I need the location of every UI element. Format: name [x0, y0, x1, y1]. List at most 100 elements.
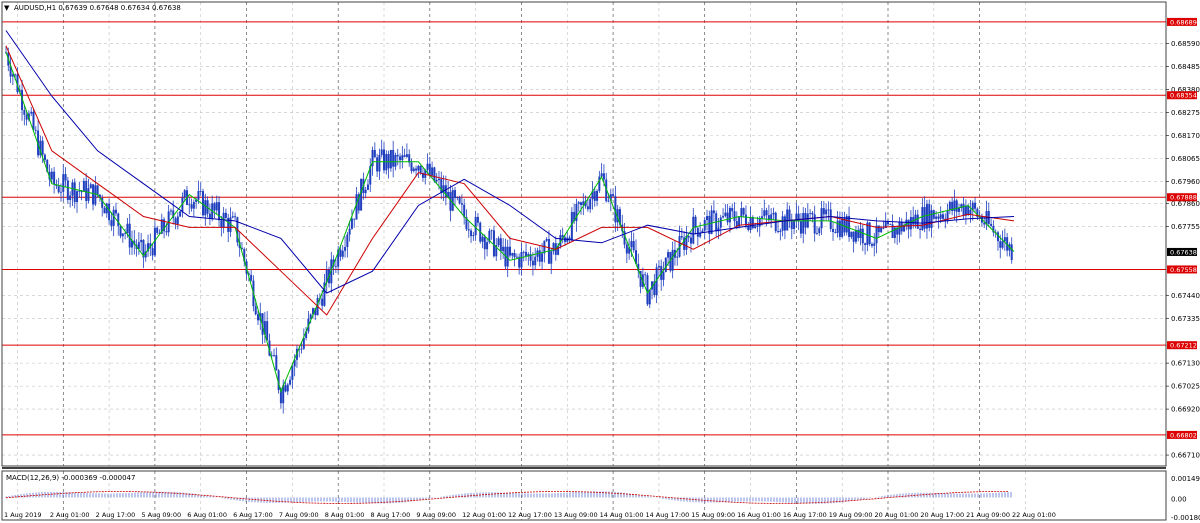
candle-body: [758, 218, 761, 227]
candle-body: [545, 239, 548, 241]
candle-body: [930, 210, 933, 228]
candle-body: [169, 210, 172, 212]
candle-body: [772, 212, 775, 215]
candle-body: [928, 204, 931, 228]
macd-axis-label: 0.001491: [1171, 475, 1200, 483]
candle-body: [486, 242, 489, 250]
candle-body: [515, 256, 518, 258]
candle-body: [873, 243, 876, 246]
candle-body: [909, 217, 912, 230]
candle-body: [140, 239, 143, 243]
time-axis-label: 14 Aug 17:00: [645, 511, 689, 519]
candle-body: [577, 202, 580, 204]
candle-body: [103, 207, 106, 214]
candle-body: [57, 186, 60, 193]
candle-body: [958, 207, 961, 212]
level-label: 0.67558: [1170, 266, 1197, 274]
time-axis-label: 8 Aug 17:00: [371, 511, 411, 519]
candle-body: [257, 314, 259, 321]
candle-body: [726, 212, 729, 223]
time-axis-label: 22 Aug 01:00: [1012, 511, 1056, 519]
price-axis-label: 0.68170: [1171, 132, 1200, 140]
time-axis-label: 12 Aug 01:00: [462, 511, 506, 519]
candle-body: [467, 229, 470, 231]
candle-body: [689, 237, 692, 244]
candle-body: [974, 202, 977, 209]
candle-body: [742, 208, 745, 215]
candle-body: [955, 200, 958, 212]
candle-body: [234, 216, 237, 218]
candle-body: [383, 149, 385, 171]
candle-body: [671, 249, 674, 271]
candle-body: [53, 171, 56, 185]
time-axis-label: 14 Aug 01:00: [600, 511, 644, 519]
candle-body: [199, 191, 202, 192]
candle-body: [664, 257, 667, 273]
time-axis-label: 1 Aug 2019: [4, 511, 42, 519]
candle-body: [254, 306, 257, 315]
chart-window[interactable]: 0.68590 0.68485 0.68380 0.68275 0.68170 0.680…: [0, 0, 1200, 523]
candle-body: [433, 167, 436, 182]
time-axis-label: 15 Aug 09:00: [691, 511, 735, 519]
candle-body: [802, 213, 805, 234]
price-axis-label: 0.68590: [1171, 40, 1200, 48]
candle-body: [941, 214, 944, 219]
candle-body: [864, 243, 867, 245]
candle-body: [531, 260, 534, 266]
candle-body: [128, 223, 131, 248]
candle-body: [550, 251, 553, 264]
candle-body: [657, 265, 660, 268]
time-axis-label: 5 Aug 09:00: [141, 511, 181, 519]
candle-body: [410, 162, 413, 171]
candle-body: [85, 180, 88, 201]
candle-body: [667, 252, 670, 258]
candle-body: [32, 111, 35, 130]
candle-body: [999, 241, 1002, 248]
candle-body: [827, 209, 830, 211]
candle-body: [110, 220, 113, 226]
chart-frame: [1, 1, 1167, 469]
time-axis-label: 6 Aug 17:00: [233, 511, 273, 519]
candle-body: [208, 213, 211, 219]
candle-body: [632, 241, 635, 251]
price-axis-label: 0.68065: [1171, 155, 1200, 163]
candle-body: [66, 180, 69, 200]
candle-body: [25, 114, 28, 120]
time-axis-label: 6 Aug 01:00: [187, 511, 227, 519]
candle-body: [797, 213, 800, 222]
candle-body: [456, 197, 459, 199]
price-chart[interactable]: 0.685900.684850.683800.682750.681700.680…: [0, 0, 1200, 523]
candle-body: [119, 225, 122, 237]
candle-body: [509, 246, 511, 256]
price-axis-label: 0.67130: [1171, 360, 1200, 368]
candle-body: [76, 191, 79, 203]
axes: 0.685900.684850.683800.682750.681700.680…: [4, 17, 1200, 522]
candle-body: [392, 149, 395, 167]
candle-body: [41, 140, 44, 155]
candle-body: [126, 223, 129, 233]
candle-body: [875, 225, 878, 244]
candle-body: [788, 209, 791, 222]
time-axis-label: 8 Aug 01:00: [325, 511, 365, 519]
candle-body: [1001, 241, 1004, 248]
candle-body: [870, 244, 873, 246]
candle-body: [30, 111, 33, 114]
candle-body: [69, 195, 72, 200]
time-axis-label: 2 Aug 01:00: [50, 511, 90, 519]
candle-body: [834, 231, 837, 233]
candle-body: [350, 218, 353, 229]
candle-body: [454, 190, 457, 199]
candle-body: [190, 204, 193, 209]
candle-body: [34, 129, 37, 131]
price-axis-label: 0.66710: [1171, 452, 1200, 460]
candle-body: [394, 154, 397, 167]
candle-body: [431, 167, 434, 176]
candle-body: [925, 204, 928, 229]
candle-body: [289, 379, 292, 385]
time-axis-label: 19 Aug 09:00: [829, 511, 873, 519]
candle-body: [14, 74, 17, 76]
candle-body: [648, 289, 651, 305]
candle-body: [712, 210, 715, 214]
candle-body: [364, 189, 367, 194]
candle-body: [419, 165, 422, 173]
